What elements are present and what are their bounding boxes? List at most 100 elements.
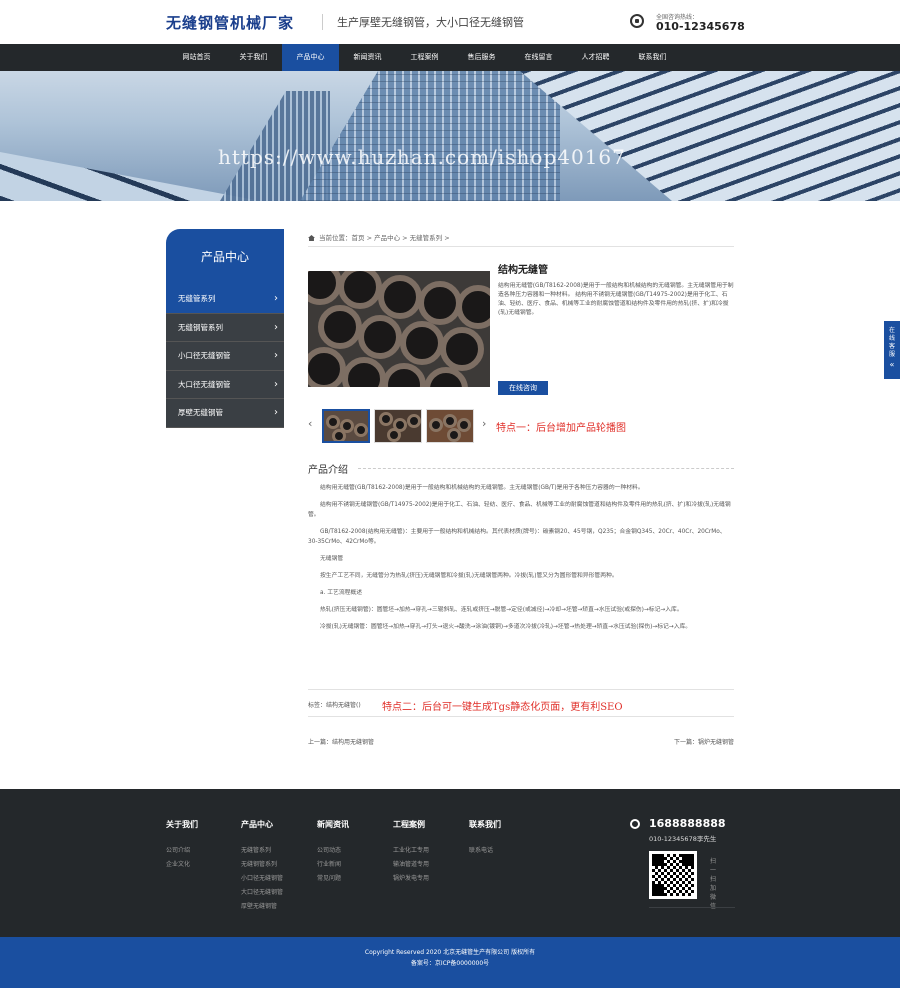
chevron-right-icon: › — [274, 350, 278, 361]
footer-column-title[interactable]: 联系我们 — [469, 819, 501, 830]
footer-column: 产品中心无缝管系列 无缝钢管系列 小口径无缝钢管 大口径无缝钢管 厚壁无缝钢管 — [241, 819, 283, 914]
footer: 关于我们公司介绍 企业文化 产品中心无缝管系列 无缝钢管系列 小口径无缝钢管 大口径无缝钢… — [0, 789, 900, 937]
footer-link[interactable]: 大口径无缝钢管 — [241, 886, 283, 900]
hotline-number: 010-12345678 — [656, 20, 745, 33]
qr-code — [649, 851, 697, 899]
nav-item[interactable]: 在线留言 — [510, 44, 567, 71]
sidebar-item-label: 厚壁无缝钢管 — [178, 408, 223, 417]
header-slogan: 生产厚壁无缝钢管，大小口径无缝钢管 — [322, 14, 524, 30]
footer-phone: 1688888888 — [649, 817, 726, 830]
footer-link[interactable]: 锅炉发电专用 — [393, 872, 429, 886]
sidebar-title: 产品中心 — [166, 229, 284, 285]
intro-paragraph: 按生产工艺不同，无缝管分为热轧(挤压)无缝钢管和冷拔(轧)无缝钢管两种。冷拔(轧… — [320, 573, 618, 579]
footer-link[interactable]: 公司介绍 — [166, 844, 198, 858]
copyright-text: Copyright Reserved 2020 北京无缝管生产有限公司 版权所有 — [364, 949, 536, 956]
footer-link[interactable]: 联系电话 — [469, 844, 501, 858]
footer-link[interactable]: 小口径无缝钢管 — [241, 872, 283, 886]
intro-body: 结构用无缝管(GB/T8162-2008)是用于一般结构和机械结构的无缝钢管。主… — [308, 483, 734, 639]
footer-link[interactable]: 行业新闻 — [317, 858, 349, 872]
intro-paragraph: 无缝钢管 — [320, 556, 344, 562]
nav-item[interactable]: 人才招聘 — [567, 44, 624, 71]
tag-label[interactable]: 标签：结构无缝管() — [308, 700, 361, 709]
sidebar-item-label: 小口径无缝钢管 — [178, 351, 231, 360]
chevron-left-icon[interactable]: ‹ — [308, 417, 312, 430]
footer-column: 工程案例工业化工专用 输油管道专用 锅炉发电专用 — [393, 819, 429, 886]
home-icon — [308, 235, 315, 241]
copyright-bar: Copyright Reserved 2020 北京无缝管生产有限公司 版权所有… — [0, 937, 900, 988]
footer-column-title[interactable]: 产品中心 — [241, 819, 283, 830]
header: 无缝钢管机械厂家 生产厚壁无缝钢管，大小口径无缝钢管 全国咨询热线： 010-1… — [0, 0, 900, 44]
footer-link[interactable]: 厚壁无缝钢管 — [241, 900, 283, 914]
thumbnail-carousel: ‹ › 特点一：后台增加产品轮播图 — [308, 407, 734, 443]
sidebar-item-label: 无缝管系列 — [178, 294, 216, 303]
intro-paragraph: 热轧(挤压无缝钢管)：圆管坯→加热→穿孔→三辊斜轧、连轧或挤压→脱管→定径(或减… — [320, 607, 683, 613]
thumbnail[interactable] — [374, 409, 422, 443]
intro-paragraph: 结构用不锈钢无缝钢管(GB/T14975-2002)是用于化工、石油、轻纺、医疗… — [308, 502, 731, 518]
thumbnail[interactable] — [322, 409, 370, 443]
footer-link[interactable]: 企业文化 — [166, 858, 198, 872]
sidebar: 产品中心 无缝管系列 › 无缝钢管系列 › 小口径无缝钢管 › 大口径无缝钢管 › 厚壁无缝钢管… — [166, 229, 284, 428]
sidebar-item[interactable]: 小口径无缝钢管 › — [166, 342, 284, 371]
intro-heading: 产品介绍 — [308, 465, 348, 476]
chevron-right-icon[interactable]: › — [482, 417, 486, 430]
product-description: 结构用无缝管(GB/T8162-2008)是用于一般结构和机械结构的无缝钢管。主… — [498, 283, 734, 316]
intro-heading-row: 产品介绍 — [308, 461, 734, 476]
feature-note-1: 特点一：后台增加产品轮播图 — [496, 423, 626, 434]
intro-paragraph: GB/T8162-2008(结构用无缝管)：主要用于一般结构和机械结构。其代表材… — [308, 529, 726, 545]
chevron-left-icon: « — [889, 360, 895, 369]
footer-column: 新闻资讯公司动态 行业新闻 常见问题 — [317, 819, 349, 886]
sidebar-item[interactable]: 大口径无缝钢管 › — [166, 370, 284, 399]
product-image — [308, 271, 490, 387]
thumbnail[interactable] — [426, 409, 474, 443]
intro-paragraph: 冷拔(轧)无缝钢管：圆管坯→加热→穿孔→打头→退火→酸洗→涂油(镀铜)→多道次冷… — [320, 624, 692, 630]
footer-link[interactable]: 无缝管系列 — [241, 844, 283, 858]
footer-link[interactable]: 输油管道专用 — [393, 858, 429, 872]
icp-text[interactable]: 备案号：京ICP备0000000号 — [0, 958, 900, 969]
prev-article-link[interactable]: 上一篇：结构用无缝钢管 — [308, 737, 374, 746]
chevron-right-icon: › — [274, 407, 278, 418]
phone-icon — [630, 819, 640, 829]
consult-button[interactable]: 在线咨询 — [498, 381, 548, 395]
footer-column: 联系我们 联系电话 — [469, 819, 501, 858]
nav-item[interactable]: 关于我们 — [225, 44, 282, 71]
footer-link[interactable]: 常见问题 — [317, 872, 349, 886]
online-service-float[interactable]: 在线客服 « — [884, 321, 900, 379]
nav-item[interactable]: 产品中心 — [282, 44, 339, 71]
qr-label: 扫一扫加微信 — [710, 858, 717, 910]
product-title: 结构无缝管 — [498, 265, 548, 276]
phone-icon — [630, 14, 644, 28]
footer-column-title[interactable]: 新闻资讯 — [317, 819, 349, 830]
footer-column-title[interactable]: 工程案例 — [393, 819, 429, 830]
nav-item[interactable]: 新闻资讯 — [339, 44, 396, 71]
site-logo[interactable]: 无缝钢管机械厂家 — [166, 12, 294, 33]
main-nav: 网站首页 关于我们 产品中心 新闻资讯 工程案例 售后服务 在线留言 人才招聘 联系我们 — [0, 44, 900, 71]
nav-item[interactable]: 网站首页 — [168, 44, 225, 71]
next-article-link[interactable]: 下一篇：锅炉无缝钢管 — [674, 737, 734, 746]
sidebar-item[interactable]: 厚壁无缝钢管 › — [166, 399, 284, 428]
sidebar-item[interactable]: 无缝管系列 › — [166, 285, 284, 314]
intro-paragraph: 结构用无缝管(GB/T8162-2008)是用于一般结构和机械结构的无缝钢管。主… — [320, 485, 644, 491]
banner: https://www.huzhan.com/ishop40167 — [0, 71, 900, 201]
footer-column: 关于我们公司介绍 企业文化 — [166, 819, 198, 872]
breadcrumb: 当前位置：首页 > 产品中心 > 无缝管系列 > — [308, 229, 734, 247]
banner-watermark: https://www.huzhan.com/ishop40167 — [218, 145, 626, 169]
nav-item[interactable]: 联系我们 — [624, 44, 681, 71]
footer-link[interactable]: 无缝钢管系列 — [241, 858, 283, 872]
footer-link[interactable]: 工业化工专用 — [393, 844, 429, 858]
tags-row: 标签：结构无缝管() 特点二：后台可一键生成Tgs静态化页面，更有利SEO — [308, 689, 734, 717]
chevron-right-icon: › — [274, 378, 278, 390]
footer-column-title[interactable]: 关于我们 — [166, 819, 198, 830]
nav-item[interactable]: 售后服务 — [453, 44, 510, 71]
intro-paragraph: a. 工艺流程概述 — [320, 590, 363, 596]
sidebar-item-label: 无缝钢管系列 — [178, 322, 223, 332]
main-content: 当前位置：首页 > 产品中心 > 无缝管系列 > 结构无缝管 结构用无缝管(GB… — [308, 229, 734, 746]
online-service-label: 在线客服 — [888, 327, 895, 358]
nav-item[interactable]: 工程案例 — [396, 44, 453, 71]
chevron-right-icon: › — [274, 293, 278, 304]
feature-note-2: 特点二：后台可一键生成Tgs静态化页面，更有利SEO — [382, 702, 623, 713]
sidebar-item-label: 大口径无缝钢管 — [178, 379, 231, 389]
breadcrumb-text[interactable]: 当前位置：首页 > 产品中心 > 无缝管系列 > — [319, 234, 450, 242]
sidebar-item[interactable]: 无缝钢管系列 › — [166, 313, 284, 342]
footer-link[interactable]: 公司动态 — [317, 844, 349, 858]
chevron-right-icon: › — [274, 321, 278, 333]
